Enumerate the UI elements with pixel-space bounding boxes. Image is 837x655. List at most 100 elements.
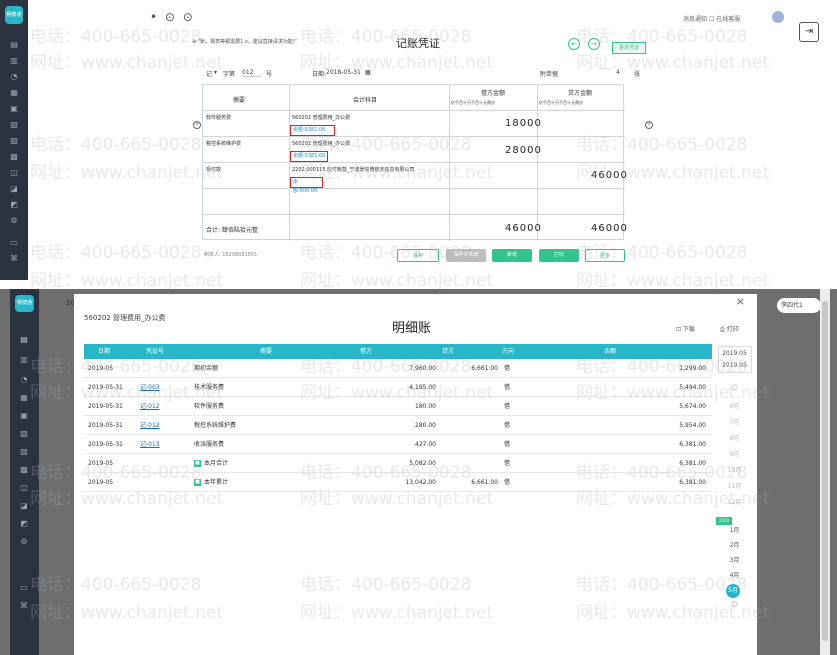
- range-end[interactable]: 2019.05: [716, 362, 753, 369]
- link-icon[interactable]: ⌘: [8, 254, 20, 264]
- month-item[interactable]: 11月: [716, 481, 753, 490]
- user-menu-button[interactable]: 李四代1: [777, 298, 821, 313]
- month-item[interactable]: 4月: [716, 570, 753, 579]
- voucher-no-input[interactable]: 012: [242, 69, 262, 77]
- avatar[interactable]: [772, 11, 784, 23]
- row-balance[interactable]: 余额:5381.00: [290, 151, 328, 162]
- voucher-row[interactable]: 软件服务费 560202 管理费用_办公费 余额:5381.00 18000: [203, 111, 625, 137]
- row-account[interactable]: 2202.000115 应付账款_宁波景信倚航天信息有限公司: [292, 166, 415, 173]
- home-icon[interactable]: ▤: [8, 40, 20, 50]
- invoice-icon[interactable]: ▧: [18, 429, 30, 439]
- month-item[interactable]: 9月: [716, 449, 753, 458]
- row-debit[interactable]: 18000: [505, 118, 542, 129]
- table-row[interactable]: 2019-05 期初余额 7,960.00 6,661.00 借 1,299.00: [84, 359, 712, 378]
- print-button[interactable]: 打印: [539, 249, 579, 262]
- download-button[interactable]: ⊡ 下载: [676, 324, 695, 333]
- panel-icon[interactable]: ▭: [8, 238, 20, 248]
- calc-icon[interactable]: ▩: [18, 465, 30, 475]
- grid-icon[interactable]: ▣: [8, 104, 20, 114]
- table-row[interactable]: 2019-05-31 记-012 税控系统维护费 280.00 借 5,954.00: [84, 416, 712, 435]
- voucher-icon[interactable]: ▥: [8, 56, 20, 66]
- cell-voucher[interactable]: 记-012: [140, 416, 160, 434]
- scroll-up-icon[interactable]: ⊙: [716, 383, 753, 393]
- tax-icon[interactable]: ▨: [18, 447, 30, 457]
- exit-icon[interactable]: ⇥: [799, 22, 819, 42]
- range-start[interactable]: 2019.05: [716, 350, 753, 357]
- settings-icon[interactable]: ⚙: [8, 216, 20, 226]
- tax-icon[interactable]: ▨: [8, 136, 20, 146]
- more-button[interactable]: 更多: [585, 249, 625, 262]
- table-row[interactable]: 2019-05 ■ 本年累计 13,042.00 6,661.00 借 6,381.00: [84, 473, 712, 492]
- row-balance[interactable]: 余额:600.00: [290, 177, 323, 194]
- month-item[interactable]: 1月: [716, 525, 753, 534]
- add-row-icon[interactable]: +: [193, 121, 201, 129]
- table-row[interactable]: 2019-05-31 记-013 收派服务费 427.00 借 6,381.00: [84, 435, 712, 454]
- row-summary[interactable]: 现付款: [206, 166, 221, 173]
- book-icon[interactable]: ◪: [18, 501, 30, 511]
- voucher-row[interactable]: 税控系统维护费 560202 管理费用_办公费 余额:5381.00 28000: [203, 137, 625, 163]
- asset-icon[interactable]: ◩: [18, 519, 30, 529]
- cell-voucher[interactable]: 记-003: [140, 378, 160, 396]
- save-new-button[interactable]: 保存并新增: [446, 249, 486, 262]
- month-item[interactable]: 2月: [716, 540, 753, 549]
- month-item[interactable]: 12月: [716, 497, 753, 506]
- row-summary[interactable]: 软件服务费: [206, 114, 231, 121]
- scrollbar-thumb[interactable]: [822, 301, 828, 641]
- active-month[interactable]: 5月: [726, 584, 740, 598]
- panel-icon[interactable]: ▭: [18, 583, 30, 593]
- more-voucher-button[interactable]: 更多凭证: [612, 42, 646, 54]
- home-icon[interactable]: ▤: [18, 335, 30, 345]
- table-row[interactable]: 2019-05 ■ 本月合计 5,082.00 借 6,381.00: [84, 454, 712, 473]
- cell-voucher[interactable]: 记-012: [140, 397, 160, 415]
- user-links[interactable]: 消息通知 ☐ 在线客服: [683, 14, 740, 23]
- invoice-icon[interactable]: ▧: [8, 120, 20, 130]
- row-credit[interactable]: 46000: [591, 170, 628, 181]
- voucher-row[interactable]: 现付款 2202.000115 应付账款_宁波景信倚航天信息有限公司 余额:60…: [203, 163, 628, 194]
- month-item[interactable]: 3月: [716, 555, 753, 564]
- row-balance[interactable]: 余额:5381.00: [290, 125, 335, 136]
- date-input[interactable]: 2018-05-31: [326, 69, 361, 76]
- cell-voucher[interactable]: 记-013: [140, 435, 160, 453]
- add-button[interactable]: 新增: [492, 249, 532, 262]
- report-icon[interactable]: ◫: [8, 168, 20, 178]
- month-item[interactable]: 8月: [716, 433, 753, 442]
- row-account[interactable]: 560202 管理费用_办公费: [292, 114, 350, 121]
- add-row-right-icon[interactable]: +: [645, 121, 653, 129]
- voucher-type-select[interactable]: 记: [206, 69, 212, 78]
- chart-icon[interactable]: ◔: [8, 72, 20, 82]
- app-logo[interactable]: 畅捷通: [15, 295, 34, 312]
- voucher-row-empty[interactable]: [203, 189, 625, 215]
- row-account[interactable]: 560202 管理费用_办公费: [292, 140, 350, 147]
- table-row[interactable]: 2019-05-31 记-003 技术服务费 4,195.00 借 5,494.00: [84, 378, 712, 397]
- doc-icon[interactable]: ▦: [8, 88, 20, 98]
- month-item[interactable]: 6月: [716, 401, 753, 410]
- save-button[interactable]: 保存: [397, 249, 439, 262]
- table-row[interactable]: 2019-05-31 记-012 软件服务费 180.00 借 5,674.00: [84, 397, 712, 416]
- month-item[interactable]: 10月: [716, 465, 753, 474]
- print-button[interactable]: ⎙ 打印: [720, 324, 739, 334]
- chart-icon[interactable]: ◔: [18, 375, 30, 385]
- settings-icon[interactable]: ⚙: [18, 537, 30, 547]
- month-item[interactable]: 7月: [716, 417, 753, 426]
- window-controls[interactable]: • ⊙ ⊙: [150, 10, 195, 24]
- calc-icon[interactable]: ▩: [8, 152, 20, 162]
- cell-debit: 13,042.00: [405, 479, 436, 486]
- grid-icon[interactable]: ▣: [18, 411, 30, 421]
- calendar-icon[interactable]: ▦: [365, 69, 371, 76]
- link-icon[interactable]: ⌘: [18, 601, 30, 611]
- next-voucher-icon[interactable]: →: [588, 38, 600, 50]
- app-logo[interactable]: 畅捷通: [5, 6, 23, 24]
- close-icon[interactable]: ×: [736, 295, 745, 308]
- scroll-down-icon[interactable]: ⊙: [716, 600, 753, 610]
- book-icon[interactable]: ◪: [8, 184, 20, 194]
- report-icon[interactable]: ◫: [18, 483, 30, 493]
- doc-icon[interactable]: ▦: [18, 393, 30, 403]
- date-selector[interactable]: 2019.05 2019.05 ⊙ 6月 7月 8月 9月 10月 11月 12月 2019…: [716, 341, 753, 621]
- voucher-icon[interactable]: ▥: [18, 355, 30, 365]
- voucher-type-dropdown-icon[interactable]: ▾: [214, 69, 217, 76]
- row-summary[interactable]: 税控系统维护费: [206, 140, 241, 147]
- row-debit[interactable]: 28000: [505, 145, 542, 156]
- prev-voucher-icon[interactable]: ←: [568, 38, 580, 50]
- attachment-count[interactable]: 4: [616, 69, 620, 76]
- asset-icon[interactable]: ◩: [8, 200, 20, 210]
